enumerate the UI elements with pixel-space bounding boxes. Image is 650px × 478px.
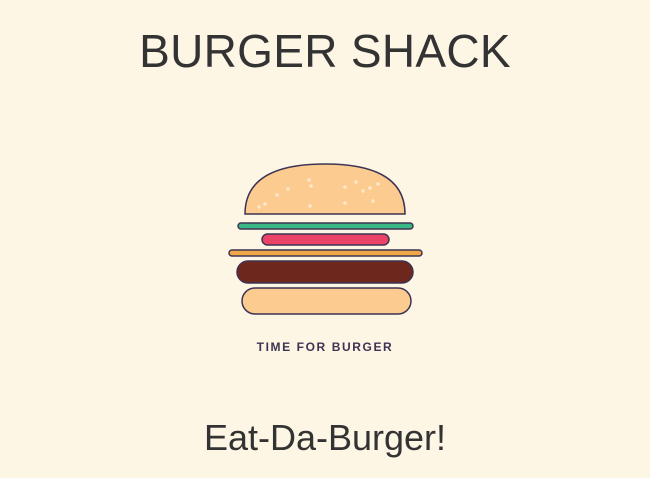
patty	[236, 260, 414, 284]
burger-icon	[228, 163, 423, 315]
tagline: Eat-Da-Burger!	[203, 417, 447, 458]
bottom-bun	[241, 287, 412, 315]
cheese	[228, 249, 423, 257]
lettuce	[237, 222, 414, 230]
top-bun	[244, 163, 406, 215]
page-title: BURGER SHACK	[139, 25, 511, 77]
logo	[225, 160, 425, 320]
logo-caption: TIME FOR BURGER	[256, 340, 394, 354]
tomato	[261, 233, 390, 246]
